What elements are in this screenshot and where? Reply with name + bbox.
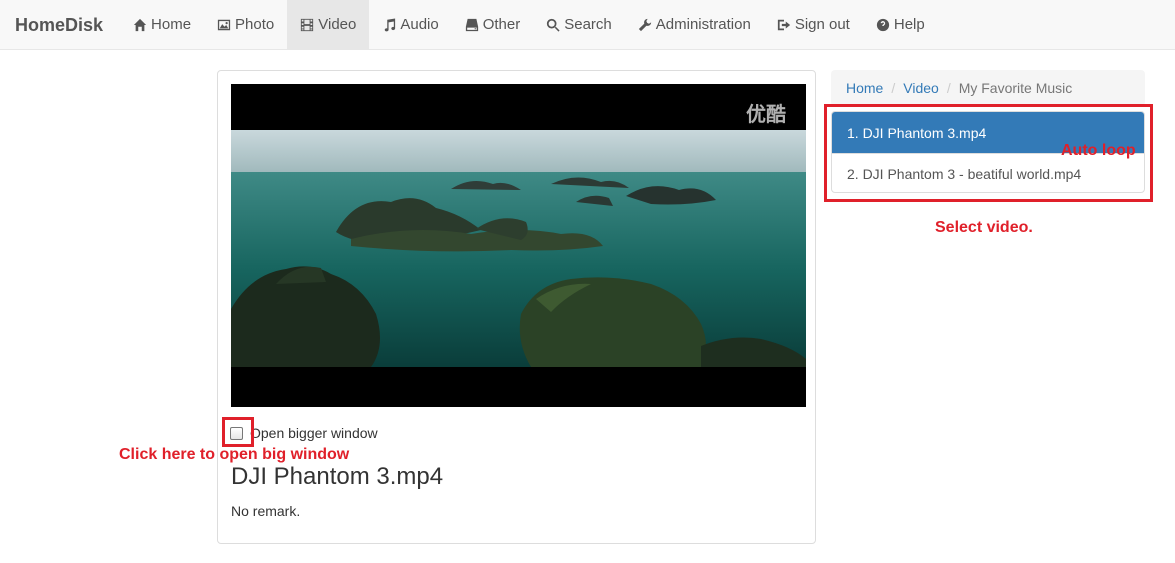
nav-home[interactable]: Home — [120, 0, 204, 49]
open-big-window-note: Click here to open big window — [119, 446, 350, 463]
nav-menu: Home Photo Video Audio Other Search Admi… — [120, 0, 938, 49]
nav-help[interactable]: Help — [863, 0, 938, 49]
nav-home-label: Home — [151, 16, 192, 33]
top-navbar: HomeDisk Home Photo Video Audio Other Se… — [0, 0, 1175, 50]
auto-loop-note: Auto loop — [1061, 142, 1136, 159]
nav-photo[interactable]: Photo — [204, 0, 287, 49]
home-icon — [133, 18, 147, 31]
breadcrumb-separator: / — [946, 80, 951, 96]
video-watermark: 优酷 — [746, 102, 786, 126]
brand-logo[interactable]: HomeDisk — [0, 0, 118, 49]
nav-audio[interactable]: Audio — [369, 0, 451, 49]
video-title: DJI Phantom 3.mp4 — [231, 463, 444, 490]
hdd-icon — [465, 18, 478, 31]
search-icon — [547, 18, 560, 32]
sign-out-icon — [777, 19, 790, 30]
nav-audio-label: Audio — [400, 16, 439, 33]
nav-video-label: Video — [318, 16, 357, 33]
open-bigger-window-label[interactable]: Open bigger window — [250, 425, 378, 441]
nav-photo-label: Photo — [235, 16, 275, 33]
breadcrumb-current: My Favorite Music — [958, 80, 1073, 96]
breadcrumb-video[interactable]: Video — [903, 80, 939, 96]
breadcrumb: Home / Video / My Favorite Music — [831, 70, 1145, 106]
film-icon — [301, 18, 314, 31]
select-video-note: Select video. — [935, 219, 1033, 236]
video-frame — [231, 84, 806, 407]
video-remark: No remark. — [231, 503, 301, 519]
music-icon — [385, 17, 396, 31]
checkbox-highlight-box — [222, 417, 254, 447]
picture-icon — [217, 19, 231, 30]
nav-search-label: Search — [564, 16, 612, 33]
nav-other[interactable]: Other — [452, 0, 534, 49]
video-panel: 优酷 Open bigger window DJI Phantom 3.mp4 … — [217, 70, 816, 544]
nav-help-label: Help — [893, 16, 925, 33]
breadcrumb-separator: / — [891, 80, 896, 96]
nav-other-label: Other — [482, 16, 521, 33]
nav-search[interactable]: Search — [533, 0, 625, 49]
nav-administration[interactable]: Administration — [625, 0, 764, 49]
nav-sign-out-label: Sign out — [794, 16, 850, 33]
question-icon — [876, 18, 889, 31]
nav-administration-label: Administration — [655, 16, 751, 33]
video-player[interactable]: 优酷 — [231, 84, 806, 407]
nav-video[interactable]: Video — [287, 0, 370, 49]
breadcrumb-home[interactable]: Home — [846, 80, 883, 96]
nav-sign-out[interactable]: Sign out — [764, 0, 863, 49]
wrench-icon — [638, 18, 651, 31]
